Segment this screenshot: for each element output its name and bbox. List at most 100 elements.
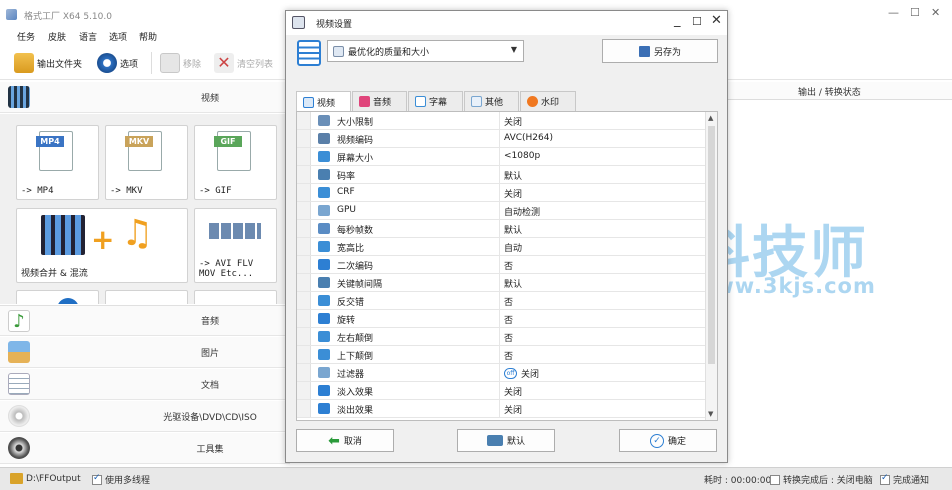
setting-value[interactable]: <1080p xyxy=(504,151,540,161)
setting-value[interactable]: 默认 xyxy=(504,169,522,182)
default-button[interactable]: 默认 xyxy=(457,429,555,452)
tile-merge[interactable]: + ♫ 视频合并 & 混流 xyxy=(16,208,188,283)
setting-value[interactable]: 否 xyxy=(504,313,513,326)
setting-value[interactable]: off 关闭 xyxy=(504,367,539,380)
tile-more-1[interactable] xyxy=(16,290,99,304)
setting-value[interactable]: 否 xyxy=(504,331,513,344)
menu-skin[interactable]: 皮肤 xyxy=(48,30,66,43)
tab-other[interactable]: 其他 xyxy=(464,91,519,111)
settings-row[interactable]: 视频编码 AVC(H264) xyxy=(297,130,705,148)
setting-value[interactable]: 关闭 xyxy=(504,403,522,416)
tile-more-3[interactable] xyxy=(194,290,277,304)
other-tab-icon xyxy=(471,96,482,107)
settings-row[interactable]: 上下颠倒 否 xyxy=(297,346,705,364)
minimize-icon[interactable]: _ xyxy=(674,13,681,28)
toggle-off-icon: off xyxy=(504,368,517,379)
setting-value[interactable]: 否 xyxy=(504,295,513,308)
cancel-button[interactable]: ⬅ 取消 xyxy=(296,429,394,452)
minimize-icon[interactable]: — xyxy=(888,6,899,19)
tab-subtitle-label: 字幕 xyxy=(429,98,448,108)
setting-value[interactable]: 关闭 xyxy=(504,115,522,128)
settings-row[interactable]: 反交错 否 xyxy=(297,292,705,310)
back-arrow-icon: ⬅ xyxy=(328,432,340,449)
setting-value-text: 默认 xyxy=(504,172,523,182)
close-icon[interactable]: ✕ xyxy=(931,6,940,19)
output-path[interactable]: D:\FFOutput xyxy=(10,473,81,484)
preset-dropdown[interactable]: 最优化的质量和大小 ▼ xyxy=(327,40,524,62)
settings-row[interactable]: 关键帧间隔 默认 xyxy=(297,274,705,292)
settings-row[interactable]: 左右颠倒 否 xyxy=(297,328,705,346)
multithread-checkbox[interactable]: 使用多线程 xyxy=(92,473,150,486)
menu-language[interactable]: 语言 xyxy=(79,30,97,43)
tab-watermark[interactable]: 水印 xyxy=(520,91,576,111)
tab-other-label: 其他 xyxy=(485,98,504,108)
tab-video[interactable]: 视频 xyxy=(296,91,351,112)
settings-row[interactable]: 码率 默认 xyxy=(297,166,705,184)
settings-row[interactable]: 淡入效果 关闭 xyxy=(297,382,705,400)
settings-row[interactable]: GPU 自动检测 xyxy=(297,202,705,220)
row-gutter xyxy=(297,400,311,417)
menu-help[interactable]: 帮助 xyxy=(139,30,157,43)
settings-row[interactable]: 二次编码 否 xyxy=(297,256,705,274)
clear-list-button[interactable]: ✕ 清空列表 xyxy=(214,50,273,76)
after-done-checkbox[interactable]: 转换完成后 : 关闭电脑 xyxy=(770,473,873,486)
tile-mkv[interactable]: MKV -> MKV xyxy=(105,125,188,200)
settings-row[interactable]: 屏幕大小 <1080p xyxy=(297,148,705,166)
category-disc[interactable]: 光驱设备\DVD\CD\ISO xyxy=(0,401,290,432)
setting-value[interactable]: 默认 xyxy=(504,223,522,236)
tab-audio[interactable]: 音频 xyxy=(352,91,407,111)
ok-button[interactable]: ✓ 确定 xyxy=(619,429,717,452)
column-divider xyxy=(499,220,500,237)
setting-value[interactable]: 自动 xyxy=(504,241,522,254)
setting-value[interactable]: 关闭 xyxy=(504,187,522,200)
maximize-icon[interactable]: ☐ xyxy=(692,15,702,28)
setting-value-text: 关闭 xyxy=(504,406,523,416)
remove-button[interactable]: 移除 xyxy=(160,50,201,76)
vertical-scrollbar[interactable]: ▲ ▼ xyxy=(705,112,717,420)
tile-more-2[interactable] xyxy=(105,290,188,304)
column-divider xyxy=(499,364,500,381)
settings-row[interactable]: 大小限制 关闭 xyxy=(297,112,705,130)
tab-audio-label: 音频 xyxy=(373,98,392,108)
tile-mkv-label: -> MKV xyxy=(110,186,143,196)
menu-options[interactable]: 选项 xyxy=(109,30,127,43)
plus-icon: + xyxy=(91,223,115,256)
settings-row[interactable]: CRF 关闭 xyxy=(297,184,705,202)
settings-row[interactable]: 宽高比 自动 xyxy=(297,238,705,256)
category-video-label: 视频 xyxy=(200,93,219,104)
maximize-icon[interactable]: ☐ xyxy=(910,6,920,19)
tab-subtitle[interactable]: 字幕 xyxy=(408,91,463,111)
multithread-label: 使用多线程 xyxy=(105,476,151,486)
cancel-label: 取消 xyxy=(343,437,362,447)
setting-value[interactable]: 默认 xyxy=(504,277,522,290)
scroll-thumb[interactable] xyxy=(708,126,715,364)
setting-value[interactable]: AVC(H264) xyxy=(504,133,553,143)
options-button[interactable]: 选项 xyxy=(97,50,138,76)
settings-row[interactable]: 过滤器 off 关闭 xyxy=(297,364,705,382)
setting-value[interactable]: 否 xyxy=(504,349,513,362)
output-folder-button[interactable]: 输出文件夹 xyxy=(14,50,82,76)
codec-icon xyxy=(318,133,330,144)
category-audio[interactable]: ♪ 音频 xyxy=(0,305,290,336)
tile-gif[interactable]: GIF -> GIF xyxy=(194,125,277,200)
category-video[interactable]: 视频 xyxy=(0,82,290,113)
settings-row[interactable]: 旋转 否 xyxy=(297,310,705,328)
close-icon[interactable]: ✕ xyxy=(711,13,722,28)
category-image[interactable]: 图片 xyxy=(0,337,290,368)
category-tools[interactable]: 工具集 xyxy=(0,433,290,464)
notify-checkbox[interactable]: 完成通知 xyxy=(880,473,929,486)
scroll-down-icon[interactable]: ▼ xyxy=(708,410,713,418)
menu-task[interactable]: 任务 xyxy=(17,30,35,43)
folder-icon xyxy=(14,53,34,73)
setting-value[interactable]: 自动检测 xyxy=(504,205,540,218)
video-format-grid: MP4 -> MP4 MKV -> MKV GIF -> GIF + ♫ 视频合… xyxy=(0,114,290,304)
scroll-up-icon[interactable]: ▲ xyxy=(708,114,713,122)
setting-value[interactable]: 关闭 xyxy=(504,385,522,398)
category-document[interactable]: 文档 xyxy=(0,369,290,400)
save-as-button[interactable]: 另存为 xyxy=(602,39,718,63)
tile-mp4[interactable]: MP4 -> MP4 xyxy=(16,125,99,200)
setting-value[interactable]: 否 xyxy=(504,259,513,272)
tile-avi[interactable]: -> AVI FLV MOV Etc... xyxy=(194,208,277,283)
settings-row[interactable]: 淡出效果 关闭 xyxy=(297,400,705,418)
settings-row[interactable]: 每秒帧数 默认 xyxy=(297,220,705,238)
